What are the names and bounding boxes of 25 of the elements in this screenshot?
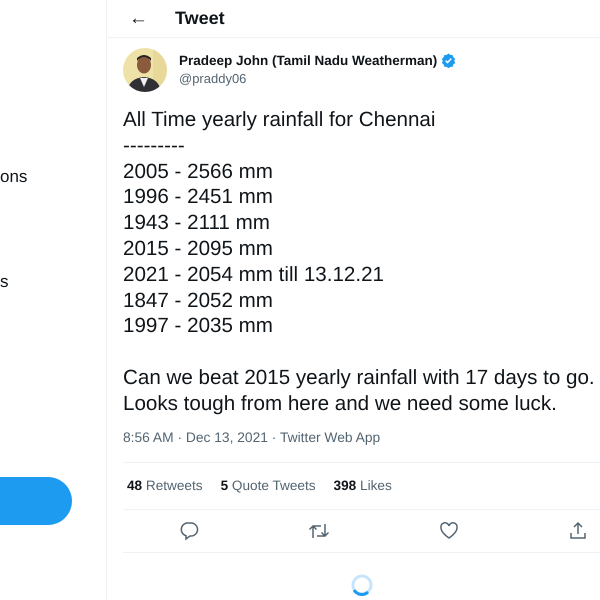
tweet-text-line: Looks tough from here and we need some luck. [123, 390, 557, 417]
tweet-button[interactable] [0, 477, 72, 525]
tweet-text-line: 1996 - 2451 mm [123, 184, 273, 210]
heart-icon[interactable] [439, 520, 459, 541]
engagement-count[interactable]: 5 Quote Tweets [220, 478, 316, 493]
nav-item[interactable]: s [0, 272, 106, 292]
tweet-text-line: 1997 - 2035 mm [123, 313, 273, 340]
tweet-text-line: --------- [123, 132, 185, 159]
tweet-timestamp[interactable]: 8:56 AM · Dec 13, 2021 · Twitter Web App [123, 430, 380, 445]
tweet-text-line: Can we beat 2015 yearly rainfall with 17 days to go. [123, 364, 595, 391]
tweet-text-line: 2005 - 2566 mm [123, 158, 273, 184]
share-icon[interactable] [568, 520, 588, 541]
page-title: Tweet [175, 8, 225, 29]
tweet-text-line: 2021 - 2054 mm till 13.12.21 [123, 262, 384, 288]
reply-icon[interactable] [179, 520, 199, 541]
author-name[interactable]: Pradeep John (Tamil Nadu Weatherman) [179, 53, 438, 68]
back-arrow[interactable]: ← [129, 8, 175, 30]
engagement-count[interactable]: 48 Retweets [127, 478, 203, 493]
tweet-text-line: 1847 - 2052 mm [123, 288, 273, 314]
nav-item[interactable]: ons [0, 167, 106, 187]
tweet-text-line: All Time yearly rainfall for Chennai [123, 107, 436, 133]
engagement-count[interactable]: 398 Likes [334, 478, 392, 493]
tweet-text-line: 1943 - 2111 mm [123, 210, 270, 236]
tweet-text-line: 2015 - 2095 mm [123, 236, 273, 262]
author-handle[interactable]: @praddy06 [179, 71, 246, 86]
